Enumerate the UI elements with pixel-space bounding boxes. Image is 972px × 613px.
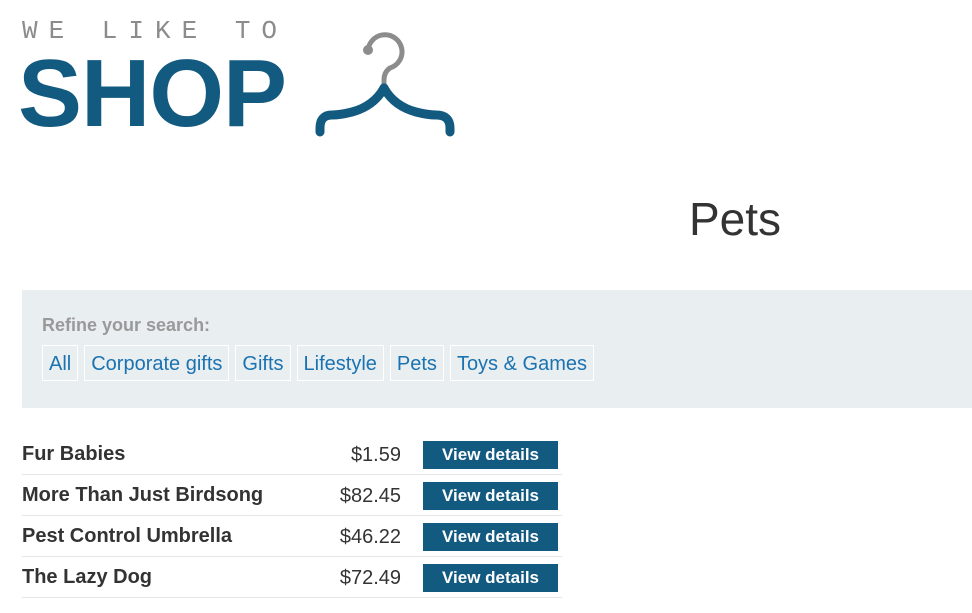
logo-link[interactable]: WE LIKE TO SHOP xyxy=(18,18,462,142)
hanger-icon xyxy=(315,32,455,137)
filter-lifestyle[interactable]: Lifestyle xyxy=(296,345,384,381)
view-details-button[interactable]: View details xyxy=(423,523,558,551)
product-row: More Than Just Birdsong $82.45 View deta… xyxy=(22,475,562,516)
product-name: Pest Control Umbrella xyxy=(22,525,233,547)
filter-panel: Refine your search: All Corporate gifts … xyxy=(22,290,972,408)
product-row: The Lazy Dog $72.49 View details xyxy=(22,557,562,598)
filter-list: All Corporate gifts Gifts Lifestyle Pets… xyxy=(42,345,594,381)
product-price: $1.59 xyxy=(350,444,401,466)
product-price: $82.45 xyxy=(339,485,401,507)
product-name: More Than Just Birdsong xyxy=(22,484,264,506)
filter-toys-games[interactable]: Toys & Games xyxy=(449,345,594,381)
filter-corporate-gifts[interactable]: Corporate gifts xyxy=(84,345,230,381)
filter-gifts[interactable]: Gifts xyxy=(235,345,291,381)
view-details-button[interactable]: View details xyxy=(423,482,558,510)
product-name: Fur Babies xyxy=(22,443,126,465)
page-title: Pets xyxy=(688,193,782,245)
product-list: Fur Babies $1.59 View details More Than … xyxy=(22,434,562,598)
view-details-button[interactable]: View details xyxy=(423,441,558,469)
logo-wordmark: SHOP xyxy=(18,40,287,147)
filter-label: Refine your search: xyxy=(42,315,211,335)
filter-all[interactable]: All xyxy=(42,345,79,381)
product-row: Fur Babies $1.59 View details xyxy=(22,434,562,475)
filter-pets[interactable]: Pets xyxy=(389,345,444,381)
product-price: $72.49 xyxy=(339,567,401,589)
product-row: Pest Control Umbrella $46.22 View detail… xyxy=(22,516,562,557)
product-name: The Lazy Dog xyxy=(22,566,153,588)
view-details-button[interactable]: View details xyxy=(423,564,558,592)
product-price: $46.22 xyxy=(339,526,401,548)
